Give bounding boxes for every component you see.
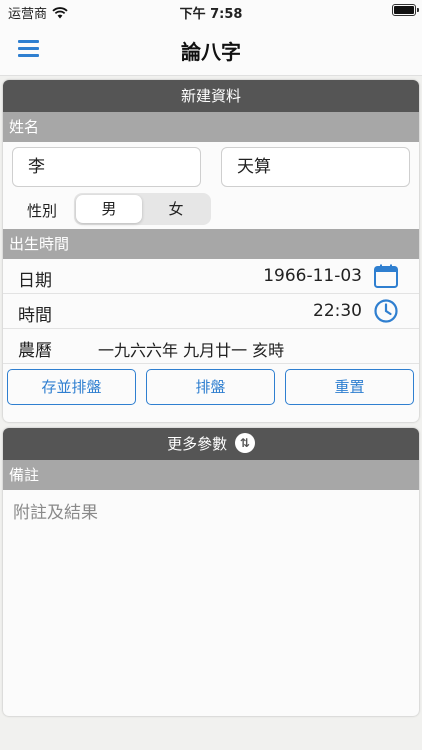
calendar-icon[interactable] (373, 263, 399, 289)
status-time: 下午 7:58 (179, 7, 243, 22)
time-row[interactable]: 時間 22:30 (3, 294, 419, 329)
gender-label: 性別 (27, 202, 58, 220)
notes-textarea[interactable]: 附註及結果 (3, 490, 419, 710)
birth-section-header: 出生時間 (3, 229, 419, 259)
more-params-label: 更多參數 (167, 435, 228, 453)
reset-button[interactable]: 重置 (285, 369, 414, 405)
date-value[interactable]: 1966-11-03 (263, 266, 362, 286)
gender-segmented-control[interactable]: 男 女 (74, 193, 211, 225)
gender-option-female[interactable]: 女 (143, 195, 209, 223)
clock-icon[interactable] (373, 298, 399, 324)
date-row[interactable]: 日期 1966-11-03 (3, 259, 419, 294)
nav-bar: 論八字 (0, 22, 422, 76)
more-params-card: 更多參數 ⇅ 備註 附註及結果 (3, 428, 419, 716)
lunar-value: 一九六六年 九月廿一 亥時 (98, 341, 285, 360)
swap-arrows-icon[interactable]: ⇅ (234, 432, 255, 453)
lunar-label: 農曆 (18, 341, 52, 361)
notes-section-header: 備註 (3, 460, 419, 490)
name-section-header: 姓名 (3, 112, 419, 142)
action-buttons: 存並排盤 排盤 重置 (3, 364, 419, 409)
given-name-field[interactable]: 天算 (221, 147, 410, 187)
save-and-plot-button[interactable]: 存並排盤 (7, 369, 136, 405)
gender-option-male[interactable]: 男 (76, 195, 142, 223)
date-label: 日期 (18, 271, 52, 291)
status-bar: 运营商 下午 7:58 (0, 0, 422, 22)
time-value[interactable]: 22:30 (313, 301, 362, 321)
time-label: 時間 (18, 306, 52, 326)
new-record-header: 新建資料 (3, 80, 419, 112)
name-row: 李 天算 (3, 142, 419, 190)
more-params-header[interactable]: 更多參數 ⇅ (3, 428, 419, 460)
surname-field[interactable]: 李 (12, 147, 201, 187)
plot-button[interactable]: 排盤 (146, 369, 275, 405)
gender-row: 性別 男 女 (3, 190, 419, 229)
battery-icon (392, 4, 419, 16)
new-record-card: 新建資料 姓名 李 天算 性別 男 女 出生時間 日期 1966-11-03 時… (3, 80, 419, 422)
lunar-row: 農曆 一九六六年 九月廿一 亥時 (3, 329, 419, 364)
page-title: 論八字 (181, 40, 241, 64)
